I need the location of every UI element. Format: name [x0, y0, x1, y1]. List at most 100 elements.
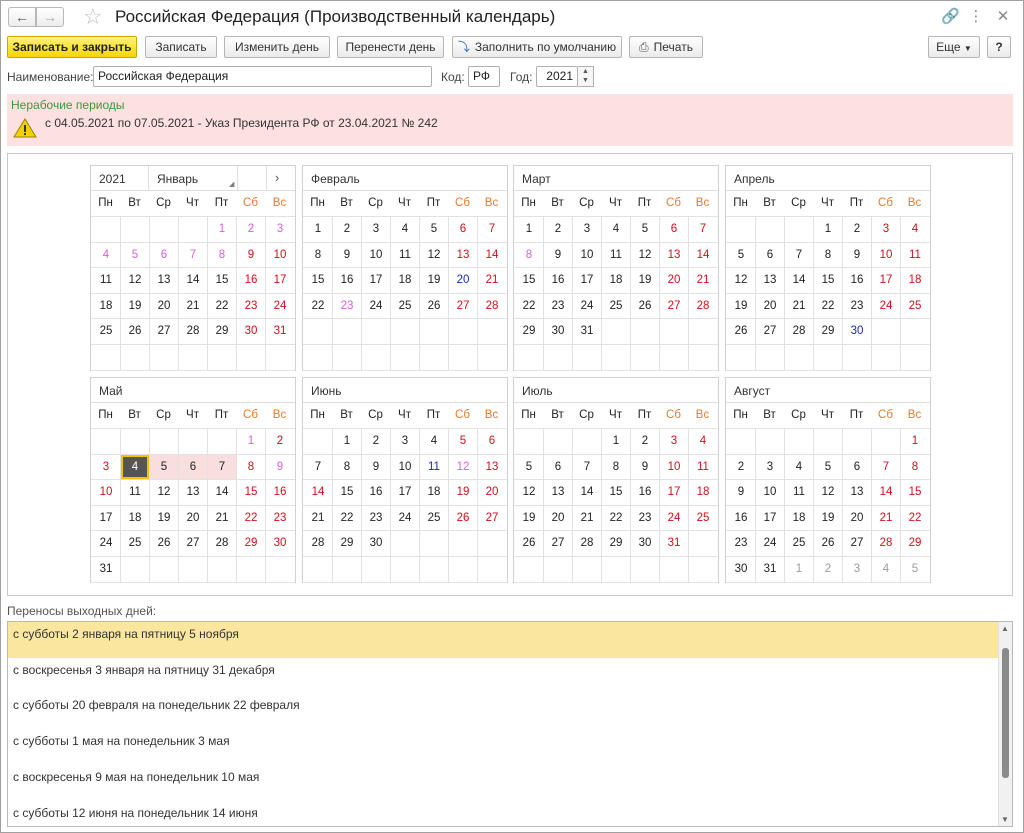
calendar-day-next-month[interactable]: 4: [872, 557, 900, 581]
calendar-day[interactable]: 7: [689, 217, 717, 241]
calendar-day[interactable]: 29: [901, 531, 929, 555]
calendar-day[interactable]: 6: [449, 217, 477, 241]
transfers-scrollbar[interactable]: ▲ ▼: [998, 622, 1012, 826]
calendar-day[interactable]: 17: [660, 480, 688, 504]
calendar-day[interactable]: 3: [92, 455, 120, 479]
calendar-day[interactable]: 1: [901, 429, 929, 453]
calendar-day[interactable]: 6: [150, 243, 178, 267]
calendar-day[interactable]: 21: [785, 294, 813, 318]
year-display[interactable]: 2021: [99, 172, 126, 186]
calendar-day[interactable]: 31: [660, 531, 688, 555]
calendar-day[interactable]: 30: [544, 319, 572, 343]
calendar-day[interactable]: 30: [727, 557, 755, 581]
calendar-day[interactable]: 27: [449, 294, 477, 318]
calendar-day[interactable]: 31: [266, 319, 294, 343]
print-button[interactable]: ⎙ Печать: [629, 36, 703, 58]
calendar-day[interactable]: 12: [449, 455, 477, 479]
calendar-day[interactable]: 28: [785, 319, 813, 343]
calendar-day[interactable]: 22: [208, 294, 236, 318]
calendar-day[interactable]: 28: [208, 531, 236, 555]
calendar-day[interactable]: 9: [266, 455, 294, 479]
calendar-day[interactable]: 17: [756, 506, 784, 530]
calendar-day[interactable]: 12: [150, 480, 178, 504]
calendar-day[interactable]: 25: [785, 531, 813, 555]
calendar-day[interactable]: 6: [660, 217, 688, 241]
calendar-day[interactable]: 22: [237, 506, 265, 530]
calendar-day[interactable]: 5: [420, 217, 448, 241]
calendar-day[interactable]: 12: [420, 243, 448, 267]
calendar-day[interactable]: 1: [237, 429, 265, 453]
calendar-day[interactable]: 21: [573, 506, 601, 530]
calendar-day[interactable]: 18: [901, 268, 929, 292]
calendar-day[interactable]: 28: [478, 294, 506, 318]
calendar-day[interactable]: 16: [544, 268, 572, 292]
calendar-day[interactable]: 25: [901, 294, 929, 318]
calendar-day[interactable]: 19: [449, 480, 477, 504]
calendar-day[interactable]: 28: [872, 531, 900, 555]
calendar-day[interactable]: 10: [92, 480, 120, 504]
calendar-day[interactable]: 24: [266, 294, 294, 318]
more-vertical-icon[interactable]: ⋮: [967, 7, 985, 25]
calendar-day[interactable]: 7: [785, 243, 813, 267]
calendar-day[interactable]: 3: [660, 429, 688, 453]
calendar-day[interactable]: 25: [689, 506, 717, 530]
calendar-day[interactable]: 5: [631, 217, 659, 241]
calendar-day[interactable]: 18: [121, 506, 149, 530]
year-input[interactable]: 2021: [536, 66, 578, 87]
calendar-day[interactable]: 27: [660, 294, 688, 318]
calendar-day[interactable]: 12: [515, 480, 543, 504]
calendar-day[interactable]: 5: [727, 243, 755, 267]
calendar-day[interactable]: 20: [544, 506, 572, 530]
calendar-day[interactable]: 28: [304, 531, 332, 555]
calendar-day[interactable]: 8: [602, 455, 630, 479]
favorite-star-icon[interactable]: ☆: [83, 4, 103, 30]
calendar-day[interactable]: 23: [843, 294, 871, 318]
calendar-day[interactable]: 23: [631, 506, 659, 530]
calendar-day[interactable]: 22: [304, 294, 332, 318]
calendar-day[interactable]: 3: [756, 455, 784, 479]
calendar-day[interactable]: 13: [478, 455, 506, 479]
transfer-item[interactable]: с субботы 20 февраля на понедельник 22 ф…: [8, 693, 998, 729]
calendar-day[interactable]: 12: [631, 243, 659, 267]
calendar-day[interactable]: 14: [208, 480, 236, 504]
calendar-day[interactable]: 22: [333, 506, 361, 530]
calendar-day[interactable]: 1: [515, 217, 543, 241]
calendar-day[interactable]: 20: [478, 480, 506, 504]
calendar-day-next-month[interactable]: 3: [843, 557, 871, 581]
calendar-day[interactable]: 15: [304, 268, 332, 292]
calendar-day[interactable]: 24: [92, 531, 120, 555]
calendar-day[interactable]: 13: [843, 480, 871, 504]
calendar-day[interactable]: 7: [208, 454, 236, 479]
calendar-day[interactable]: 13: [756, 268, 784, 292]
calendar-day[interactable]: 27: [843, 531, 871, 555]
calendar-day[interactable]: 5: [121, 243, 149, 267]
calendar-day[interactable]: 10: [573, 243, 601, 267]
calendar-day[interactable]: 15: [901, 480, 929, 504]
calendar-day[interactable]: 10: [391, 455, 419, 479]
calendar-day[interactable]: 24: [660, 506, 688, 530]
calendar-day[interactable]: 20: [756, 294, 784, 318]
transfer-item[interactable]: с субботы 12 июня на понедельник 14 июня: [8, 801, 998, 827]
calendar-day[interactable]: 28: [179, 319, 207, 343]
calendar-day[interactable]: 18: [92, 294, 120, 318]
calendar-day[interactable]: 29: [814, 319, 842, 343]
transfer-item[interactable]: с субботы 1 мая на понедельник 3 мая: [8, 729, 998, 765]
calendar-day[interactable]: 28: [573, 531, 601, 555]
calendar-day[interactable]: 8: [515, 243, 543, 267]
calendar-day[interactable]: 19: [150, 506, 178, 530]
save-button[interactable]: Записать: [145, 36, 217, 58]
calendar-day[interactable]: 8: [237, 455, 265, 479]
calendar-day[interactable]: 25: [391, 294, 419, 318]
calendar-day[interactable]: 30: [362, 531, 390, 555]
calendar-day[interactable]: 19: [631, 268, 659, 292]
calendar-day[interactable]: 9: [727, 480, 755, 504]
calendar-day[interactable]: 19: [121, 294, 149, 318]
calendar-day[interactable]: 9: [333, 243, 361, 267]
calendar-day[interactable]: 25: [92, 319, 120, 343]
calendar-day[interactable]: 31: [92, 557, 120, 581]
calendar-day[interactable]: 7: [478, 217, 506, 241]
calendar-day[interactable]: 23: [266, 506, 294, 530]
scroll-thumb[interactable]: [1002, 648, 1009, 778]
calendar-day[interactable]: 25: [420, 506, 448, 530]
calendar-day[interactable]: 15: [237, 480, 265, 504]
